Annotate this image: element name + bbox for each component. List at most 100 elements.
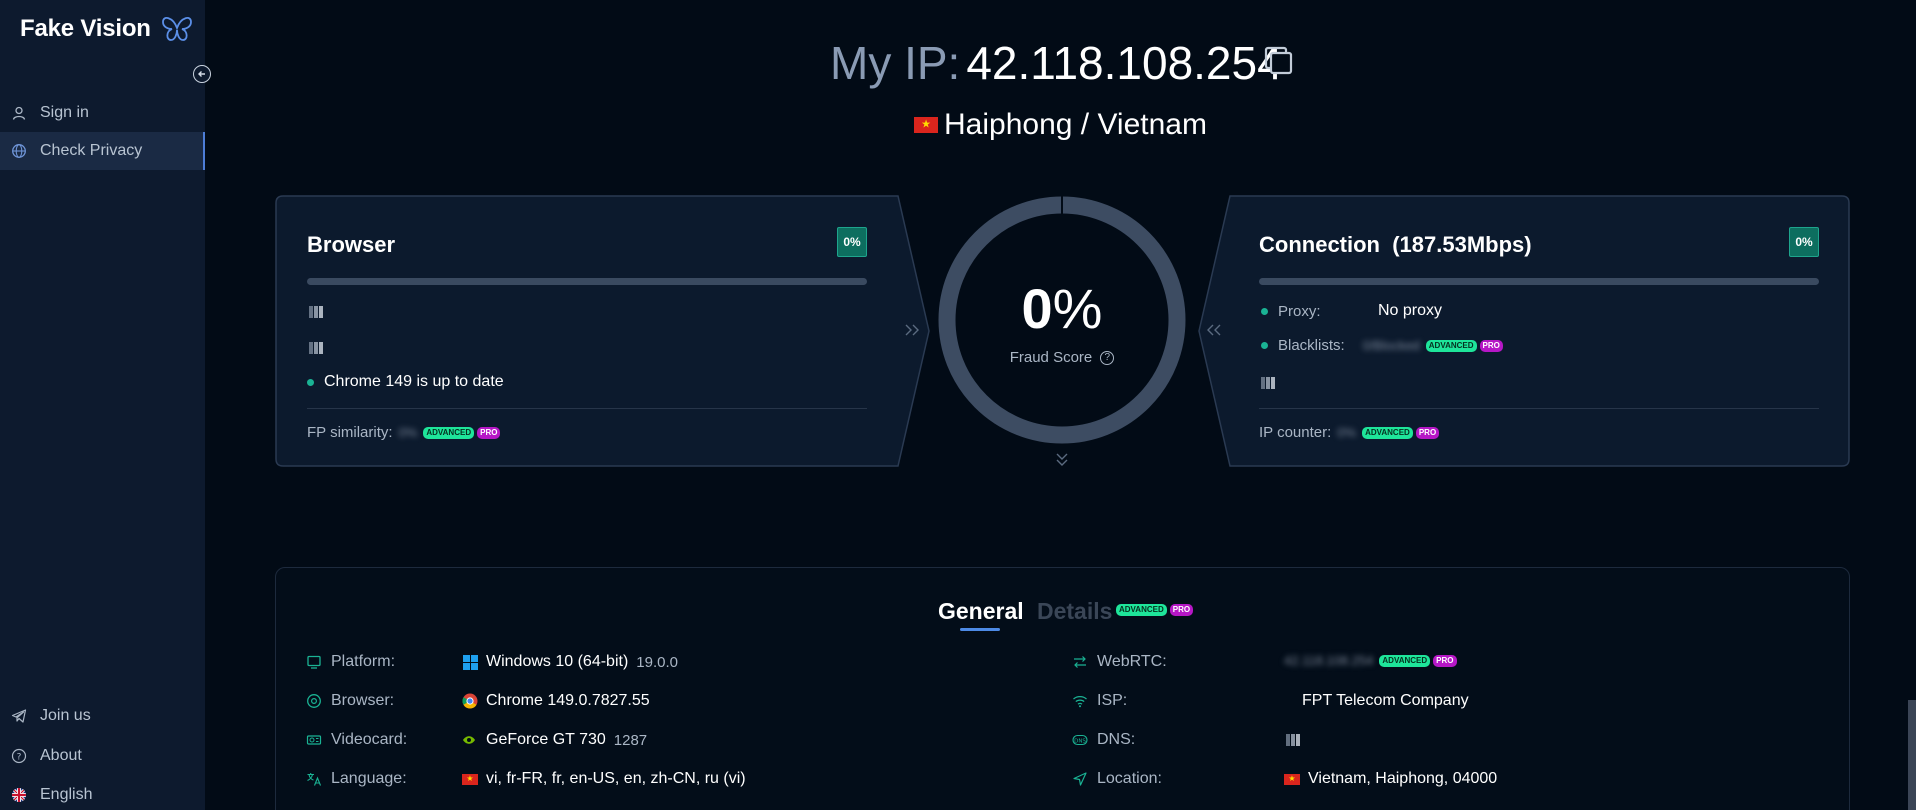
scrollbar-thumb[interactable] xyxy=(1908,700,1916,810)
sidebar-item-label: Check Privacy xyxy=(40,142,143,159)
svg-text:?: ? xyxy=(17,753,22,763)
videocard-value: GeForce GT 730 xyxy=(486,731,606,748)
isp-label: ISP: xyxy=(1097,692,1128,709)
sidebar-item-sign-in[interactable]: Sign in xyxy=(0,94,205,132)
gpu-icon xyxy=(305,731,323,749)
platform-value: Windows 10 (64-bit) xyxy=(486,653,629,670)
swap-icon xyxy=(1071,653,1089,671)
browser-status: Chrome 149 is up to date xyxy=(324,373,504,390)
ip-counter-row: IP counter: 0% ADVANCED PRO xyxy=(1259,424,1440,441)
location-label: Location: xyxy=(1097,770,1162,787)
sidebar: Fake Vision Sign in Check Privacy Join u… xyxy=(0,0,211,810)
loading-indicator xyxy=(1261,377,1275,389)
webrtc-value-row: 42.118.108.254 ADVANCED PRO xyxy=(1284,653,1457,668)
platform-label: Platform: xyxy=(331,653,396,670)
vietnam-flag-icon xyxy=(1284,773,1300,785)
pro-badge: PRO xyxy=(1415,426,1440,439)
platform-value-row: Windows 10 (64-bit) 19.0.0 xyxy=(462,653,678,671)
webrtc-row: WebRTC: xyxy=(1071,653,1167,671)
blacklists-value: 0/Blocked xyxy=(1362,338,1420,353)
tab-details[interactable]: Details xyxy=(1037,598,1112,625)
location-value-row: Vietnam, Haiphong, 04000 xyxy=(1284,770,1497,788)
collapse-sidebar-button[interactable] xyxy=(193,65,211,83)
dns-label: DNS: xyxy=(1097,731,1136,748)
sidebar-item-check-privacy[interactable]: Check Privacy xyxy=(0,132,205,170)
advanced-badge: ADVANCED xyxy=(423,426,475,439)
butterfly-logo-icon xyxy=(161,17,192,41)
monitor-icon xyxy=(305,653,323,671)
ip-label: My IP: xyxy=(830,37,961,89)
brand-name: Fake Vision xyxy=(20,15,151,42)
divider xyxy=(1259,408,1819,409)
chrome-icon xyxy=(462,693,478,709)
sidebar-item-label: Sign in xyxy=(40,104,89,121)
fraud-score-label: Fraud Score xyxy=(1009,349,1093,366)
webrtc-value: 42.118.108.254 xyxy=(1284,653,1374,668)
ip-value[interactable]: 42.118.108.254 xyxy=(966,36,1282,90)
svg-text:DNS: DNS xyxy=(1074,738,1086,744)
uk-flag-icon xyxy=(10,786,28,804)
pro-badge: PRO xyxy=(1479,339,1503,352)
isp-row: ISP: xyxy=(1071,692,1127,710)
advanced-badge: ADVANCED xyxy=(1116,604,1167,616)
videocard-label: Videocard: xyxy=(331,731,408,748)
question-icon[interactable]: ? xyxy=(1100,350,1115,365)
browser-row: Browser: xyxy=(305,692,394,710)
browser-score-badge: 0% xyxy=(837,227,867,257)
fraud-score-number: 0 xyxy=(1021,277,1053,340)
videocard-row: Videocard: xyxy=(305,731,407,749)
status-dot xyxy=(1261,307,1268,315)
tab-active-indicator xyxy=(960,628,1000,631)
browser-icon xyxy=(305,692,323,710)
language-row: Language: xyxy=(305,770,407,788)
videocard-extra: 1287 xyxy=(613,731,648,749)
details-badges: ADVANCED PRO xyxy=(1116,599,1194,617)
videocard-value-row: GeForce GT 730 1287 xyxy=(462,731,647,749)
globe-icon xyxy=(10,142,28,160)
pro-badge: PRO xyxy=(1169,604,1194,616)
language-value: vi, fr-FR, fr, en-US, en, zh-CN, ru (vi) xyxy=(486,770,746,787)
browser-value: Chrome 149.0.7827.55 xyxy=(486,692,650,709)
location-row: Location: xyxy=(1071,770,1162,788)
copy-icon[interactable] xyxy=(1262,44,1296,78)
user-icon xyxy=(10,104,28,122)
proxy-row: Proxy: No proxy xyxy=(1261,302,1442,320)
ip-headline: My IP: 42.118.108.254 xyxy=(830,36,1283,90)
sidebar-item-about[interactable]: ? About xyxy=(0,737,205,775)
location-headline: Haiphong / Vietnam xyxy=(914,108,1207,142)
sidebar-item-join-us[interactable]: Join us xyxy=(0,697,205,735)
sidebar-item-label: Join us xyxy=(40,707,91,724)
fraud-score-label-row: Fraud Score ? xyxy=(962,349,1162,366)
location-detail-value: Vietnam, Haiphong, 04000 xyxy=(1308,770,1498,787)
help-icon: ? xyxy=(10,747,28,765)
connection-score-badge: 0% xyxy=(1789,227,1819,257)
wifi-icon xyxy=(1071,692,1089,710)
vietnam-flag-icon xyxy=(462,773,478,785)
proxy-value: No proxy xyxy=(1378,302,1443,319)
browser-label: Browser: xyxy=(331,692,395,709)
sidebar-item-label: About xyxy=(40,747,82,764)
dns-row: DNS DNS: xyxy=(1071,731,1135,749)
tab-general[interactable]: General xyxy=(938,598,1024,625)
sidebar-item-language[interactable]: English xyxy=(0,776,205,810)
fp-similarity-label: FP similarity: xyxy=(307,424,393,441)
divider xyxy=(307,408,867,409)
advanced-badge: ADVANCED xyxy=(1425,339,1477,352)
platform-version: 19.0.0 xyxy=(636,653,678,671)
ip-counter-label: IP counter: xyxy=(1259,424,1332,441)
chevrons-left-icon xyxy=(1207,324,1221,336)
chevrons-down-icon[interactable] xyxy=(1055,452,1069,468)
ip-counter-value: 0% xyxy=(1337,425,1357,440)
sidebar-item-label: English xyxy=(40,786,93,803)
translate-icon xyxy=(305,770,323,788)
status-dot xyxy=(307,378,314,386)
connection-title: Connection xyxy=(1259,232,1380,257)
isp-value: FPT Telecom Company xyxy=(1302,692,1469,709)
status-dot xyxy=(1261,342,1268,349)
dns-loading-indicator xyxy=(1286,734,1300,746)
browser-progress-bar xyxy=(307,278,867,285)
advanced-badge: ADVANCED xyxy=(1362,426,1413,439)
vietnam-flag-icon xyxy=(914,117,938,133)
webrtc-label: WebRTC: xyxy=(1097,653,1167,670)
brand[interactable]: Fake Vision xyxy=(20,14,193,44)
